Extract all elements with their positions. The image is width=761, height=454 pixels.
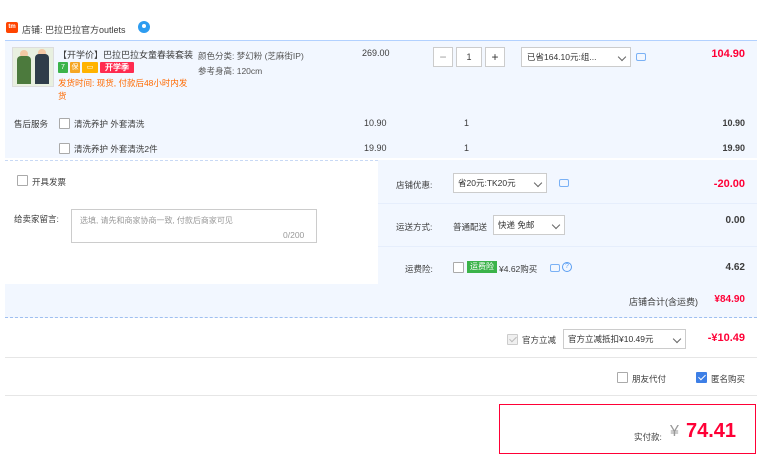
- delivery-value: 0.00: [725, 215, 745, 226]
- promo-badge: 开学季: [100, 62, 134, 73]
- delivery-type: 普通配送: [453, 222, 488, 232]
- freight-value: 4.62: [725, 262, 745, 273]
- service-checkbox-1[interactable]: [59, 118, 70, 129]
- service-name-1: 清洗养护 外套清洗: [74, 119, 145, 129]
- item-discount-text: 已省164.10元:组...: [527, 52, 597, 62]
- anonymous-checkbox[interactable]: [696, 372, 707, 383]
- friend-pay-checkbox[interactable]: [617, 372, 628, 383]
- unit-price: 269.00: [362, 48, 390, 58]
- delivery-select-text: 快递 免邮: [498, 220, 535, 230]
- store-discount-label: 店铺优惠:: [396, 180, 433, 190]
- service-checkbox-2[interactable]: [59, 143, 70, 154]
- official-discount-select[interactable]: 官方立减抵扣¥10.49元: [563, 329, 686, 349]
- service-total-1: 10.90: [722, 118, 745, 128]
- subtotal-label: 店铺合计(含运费): [629, 297, 698, 307]
- subtotal-value: ¥84.90: [714, 294, 745, 305]
- service-total-2: 19.90: [722, 143, 745, 153]
- shipping-note: 发货时间: 现货, 付款后48小时内发货: [58, 78, 188, 101]
- service-qty-1: 1: [464, 118, 470, 128]
- freight-checkbox[interactable]: [453, 262, 464, 273]
- sku-color: 颜色分类: 梦幻粉 (芝麻街IP): [198, 51, 304, 61]
- quantity-stepper: −1 +: [433, 47, 505, 67]
- store-header: tm 店铺: 巴拉巴拉官方outlets: [0, 18, 761, 40]
- help-icon[interactable]: ?: [562, 262, 572, 272]
- invoice-label: 开具发票: [32, 177, 67, 187]
- anonymous-label: 匿名购买: [711, 374, 746, 384]
- qty-input[interactable]: 1: [456, 47, 482, 67]
- service-price-2: 19.90: [364, 143, 387, 153]
- chat-wangwang-icon[interactable]: [138, 21, 150, 33]
- official-discount-checkbox[interactable]: [507, 334, 518, 345]
- invoice-checkbox[interactable]: [17, 175, 28, 186]
- item-total: 104.90: [711, 48, 745, 60]
- product-badges: 7 保 ▭ 开学季: [58, 62, 136, 74]
- chevron-down-icon: [617, 52, 627, 62]
- freight-tag: 运费险: [467, 261, 497, 273]
- freight-price: ¥4.62购买: [499, 264, 538, 274]
- product-thumbnail[interactable]: [12, 47, 54, 87]
- store-discount-text: 省20元:TK20元: [458, 178, 516, 188]
- item-discount-select[interactable]: 已省164.10元:组...: [521, 47, 631, 67]
- divider: [378, 203, 757, 204]
- qty-plus-button[interactable]: +: [485, 47, 505, 67]
- official-discount-value: -¥10.49: [707, 332, 745, 344]
- product-title[interactable]: 【开学价】巴拉巴拉女童春装套装: [58, 48, 194, 61]
- payment-currency: ¥: [670, 423, 679, 440]
- store-discount-value: -20.00: [713, 178, 745, 190]
- sku-info: 颜色分类: 梦幻粉 (芝麻街IP) 参考身高: 120cm: [198, 49, 304, 79]
- message-counter: 0/200: [283, 230, 305, 240]
- store-discount-select[interactable]: 省20元:TK20元: [453, 173, 547, 193]
- store-name[interactable]: 店铺: 巴拉巴拉官方outlets: [22, 23, 126, 36]
- message-placeholder: 选填, 请先和商家协商一致, 付款后商家可见: [80, 216, 233, 225]
- services-label: 售后服务: [14, 119, 49, 129]
- qty-minus-button[interactable]: −: [433, 47, 453, 67]
- delivery-label: 运送方式:: [396, 222, 433, 232]
- chevron-down-icon: [533, 178, 543, 188]
- message-label: 给卖家留言:: [14, 214, 59, 224]
- payment-label: 实付款:: [634, 432, 662, 442]
- comment-icon[interactable]: [550, 264, 560, 272]
- friend-pay-label: 朋友代付: [632, 374, 667, 384]
- divider: [378, 246, 757, 247]
- comment-icon[interactable]: [559, 179, 569, 187]
- official-discount-label: 官方立减: [522, 335, 557, 345]
- card-icon: ▭: [82, 62, 98, 73]
- official-discount-text: 官方立减抵扣¥10.49元: [568, 334, 654, 344]
- service-price-1: 10.90: [364, 118, 387, 128]
- payment-amount: 74.41: [686, 420, 737, 442]
- freight-label: 运费险:: [405, 264, 433, 274]
- sku-height: 参考身高: 120cm: [198, 66, 263, 76]
- guarantee-icon: 保: [70, 62, 80, 73]
- delivery-select[interactable]: 快递 免邮: [493, 215, 565, 235]
- seven-day-return-icon: 7: [58, 62, 68, 73]
- chevron-down-icon: [551, 220, 561, 230]
- service-name-2: 清洗养护 外套清洗2件: [74, 144, 158, 154]
- comment-icon[interactable]: [636, 53, 646, 61]
- service-qty-2: 1: [464, 143, 470, 153]
- chevron-down-icon: [672, 334, 682, 344]
- tmall-logo-icon: tm: [6, 22, 18, 33]
